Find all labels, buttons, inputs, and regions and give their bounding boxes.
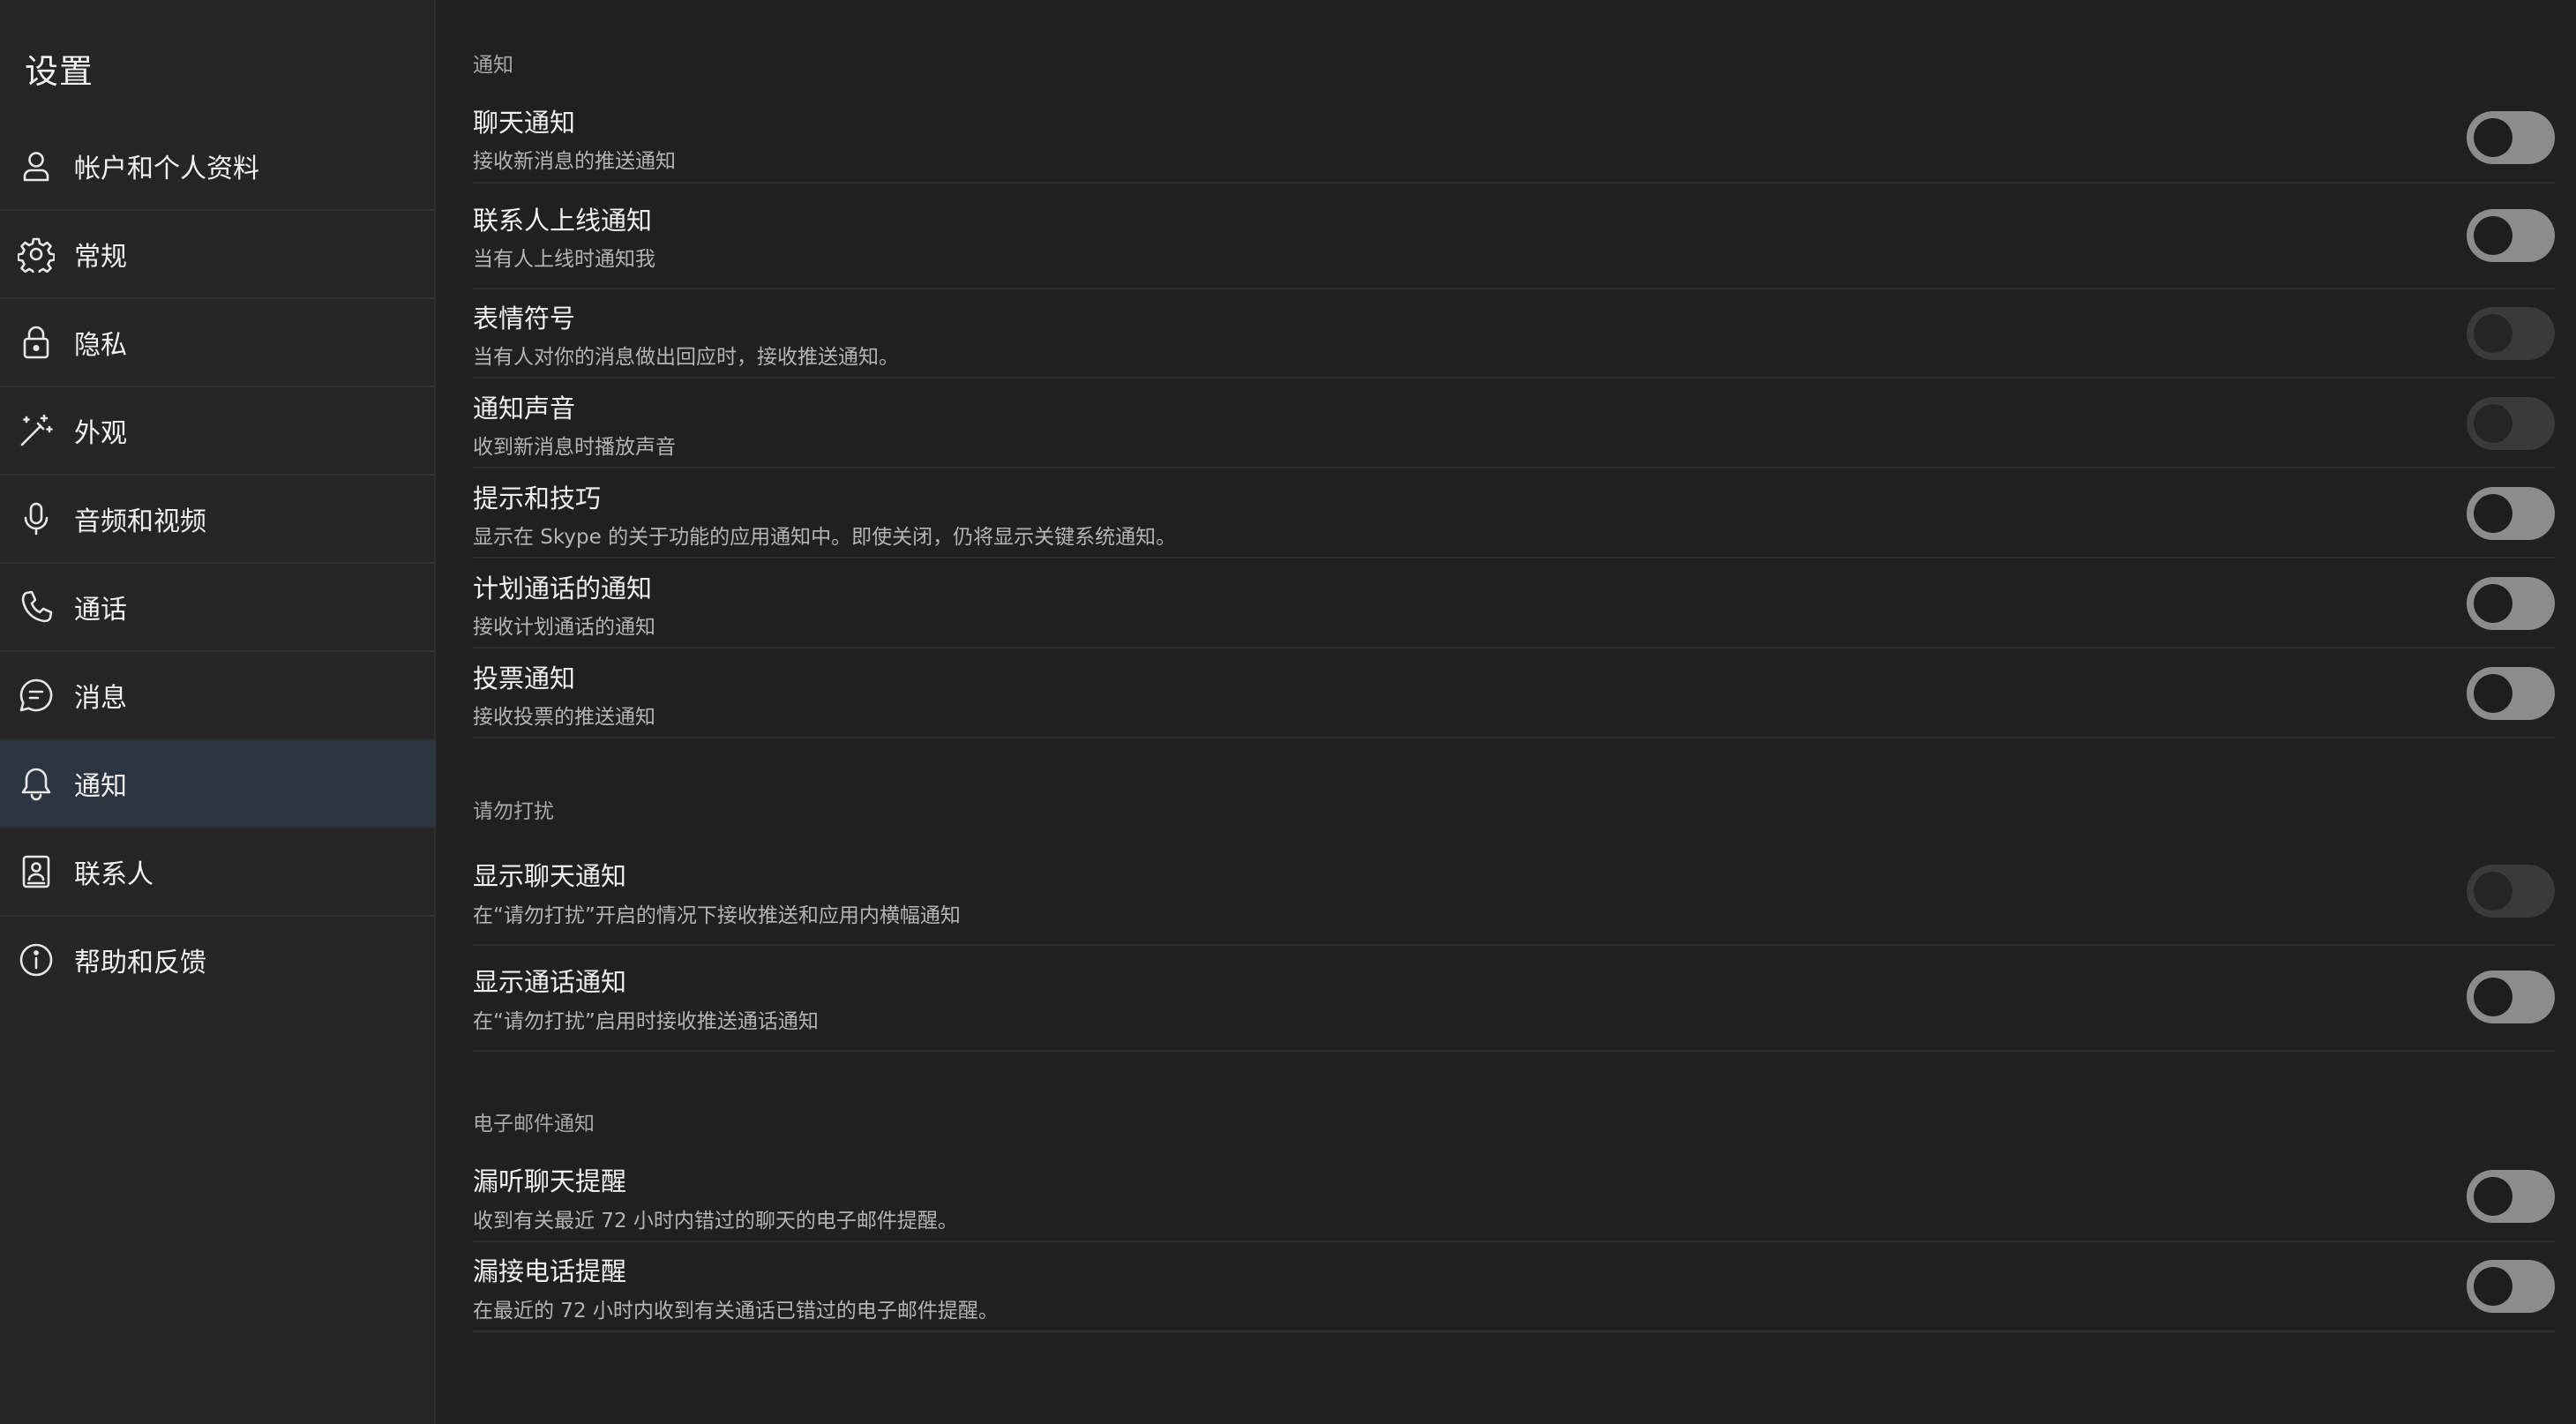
toggle-knob bbox=[2474, 1267, 2512, 1306]
setting-title: 提示和技巧 bbox=[473, 483, 602, 513]
setting-description: 在“请勿打扰”启用时接收推送通话通知 bbox=[473, 1010, 819, 1033]
setting-row-emoji-reactions: 表情符号 当有人对你的消息做出回应时，接收推送通知。 bbox=[473, 293, 2555, 378]
setting-description: 在最近的 72 小时内收到有关通话已错过的电子邮件提醒。 bbox=[473, 1300, 999, 1323]
phone-icon bbox=[18, 588, 55, 626]
sidebar-item-contacts[interactable]: 联系人 bbox=[0, 828, 436, 917]
settings-nav: 帐户和个人资料 常规 隐私 外观 音频和视频 通话 消息 通知 联系人 帮助和反… bbox=[0, 123, 436, 1003]
magic-wand-icon bbox=[18, 412, 55, 449]
setting-description: 接收新消息的推送通知 bbox=[473, 150, 676, 173]
toggle-knob bbox=[2474, 494, 2512, 533]
dnd-calls-toggle[interactable] bbox=[2467, 971, 2555, 1023]
setting-title: 通知声音 bbox=[473, 393, 576, 423]
notification-sound-toggle[interactable] bbox=[2467, 397, 2555, 450]
contact-book-icon bbox=[18, 853, 55, 890]
sidebar-item-label: 帮助和反馈 bbox=[74, 948, 206, 978]
toggle-knob bbox=[2474, 404, 2512, 443]
sidebar-item-label: 隐私 bbox=[74, 330, 127, 361]
toggle-knob bbox=[2474, 978, 2512, 1016]
dnd-chat-toggle[interactable] bbox=[2467, 865, 2555, 918]
tips-tricks-toggle[interactable] bbox=[2467, 487, 2555, 540]
setting-title: 联系人上线通知 bbox=[473, 206, 653, 236]
setting-title: 聊天通知 bbox=[473, 108, 576, 138]
sidebar-title: 设置 bbox=[25, 52, 94, 91]
setting-description: 在“请勿打扰”开启的情况下接收推送和应用内横幅通知 bbox=[473, 904, 961, 927]
sidebar-item-label: 外观 bbox=[74, 418, 127, 449]
toggle-knob bbox=[2474, 216, 2512, 255]
setting-row-dnd-chat: 显示聊天通知 在“请勿打扰”开启的情况下接收推送和应用内横幅通知 bbox=[473, 854, 2555, 946]
setting-description: 当有人对你的消息做出回应时，接收推送通知。 bbox=[473, 346, 899, 369]
section-header-email-notifications: 电子邮件通知 bbox=[473, 1113, 595, 1135]
toggle-knob bbox=[2474, 584, 2512, 623]
setting-row-scheduled-calls: 计划通话的通知 接收计划通话的通知 bbox=[473, 563, 2555, 648]
sidebar-item-help-feedback[interactable]: 帮助和反馈 bbox=[0, 917, 436, 1003]
sidebar-item-privacy[interactable]: 隐私 bbox=[0, 299, 436, 387]
lock-icon bbox=[18, 324, 55, 361]
sidebar-item-label: 通话 bbox=[74, 595, 127, 626]
setting-description: 接收计划通话的通知 bbox=[473, 616, 655, 639]
setting-row-notification-sound: 通知声音 收到新消息时播放声音 bbox=[473, 383, 2555, 468]
setting-title: 显示聊天通知 bbox=[473, 861, 627, 891]
settings-sidebar: 设置 帐户和个人资料 常规 隐私 外观 音频和视频 通话 消息 通知 联系人 帮… bbox=[0, 0, 436, 1424]
sidebar-item-calls[interactable]: 通话 bbox=[0, 564, 436, 652]
setting-row-tips-tricks: 提示和技巧 显示在 Skype 的关于功能的应用通知中。即使关闭，仍将显示关键系… bbox=[473, 473, 2555, 558]
setting-row-dnd-calls: 显示通话通知 在“请勿打扰”启用时接收推送通话通知 bbox=[473, 960, 2555, 1052]
sidebar-item-audio-video[interactable]: 音频和视频 bbox=[0, 476, 436, 564]
setting-description: 收到有关最近 72 小时内错过的聊天的电子邮件提醒。 bbox=[473, 1210, 958, 1233]
setting-row-chat-notifications: 聊天通知 接收新消息的推送通知 bbox=[473, 97, 2555, 184]
sidebar-item-notifications[interactable]: 通知 bbox=[0, 740, 436, 828]
toggle-knob bbox=[2474, 674, 2512, 713]
sidebar-item-appearance[interactable]: 外观 bbox=[0, 387, 436, 476]
poll-notifications-toggle[interactable] bbox=[2467, 667, 2555, 720]
sidebar-item-label: 帐户和个人资料 bbox=[74, 154, 259, 184]
sidebar-item-label: 常规 bbox=[74, 242, 127, 273]
setting-row-contact-online: 联系人上线通知 当有人上线时通知我 bbox=[473, 195, 2555, 289]
setting-description: 显示在 Skype 的关于功能的应用通知中。即使关闭，仍将显示关键系统通知。 bbox=[473, 526, 1177, 549]
chat-notifications-toggle[interactable] bbox=[2467, 111, 2555, 164]
gear-icon bbox=[18, 236, 55, 273]
setting-row-missed-call-email: 漏接电话提醒 在最近的 72 小时内收到有关通话已错过的电子邮件提醒。 bbox=[473, 1249, 2555, 1332]
setting-row-poll-notifications: 投票通知 接收投票的推送通知 bbox=[473, 653, 2555, 738]
setting-title: 计划通话的通知 bbox=[473, 573, 653, 603]
setting-title: 漏听聊天提醒 bbox=[473, 1166, 627, 1196]
scheduled-calls-toggle[interactable] bbox=[2467, 577, 2555, 630]
toggle-knob bbox=[2474, 118, 2512, 157]
person-icon bbox=[18, 147, 55, 184]
bell-icon bbox=[18, 765, 55, 802]
sidebar-item-general[interactable]: 常规 bbox=[0, 211, 436, 299]
sidebar-item-label: 音频和视频 bbox=[74, 506, 206, 537]
toggle-knob bbox=[2474, 314, 2512, 353]
setting-title: 漏接电话提醒 bbox=[473, 1256, 627, 1286]
sidebar-item-label: 联系人 bbox=[74, 859, 154, 890]
settings-window: 设置 帐户和个人资料 常规 隐私 外观 音频和视频 通话 消息 通知 联系人 帮… bbox=[0, 0, 2576, 1424]
sidebar-item-account-profile[interactable]: 帐户和个人资料 bbox=[0, 123, 436, 211]
setting-description: 收到新消息时播放声音 bbox=[473, 436, 676, 459]
setting-title: 表情符号 bbox=[473, 304, 576, 334]
section-header-do-not-disturb: 请勿打扰 bbox=[473, 800, 554, 823]
missed-call-email-toggle[interactable] bbox=[2467, 1260, 2555, 1313]
sidebar-item-label: 消息 bbox=[74, 683, 127, 714]
setting-title: 显示通话通知 bbox=[473, 967, 627, 997]
contact-online-toggle[interactable] bbox=[2467, 209, 2555, 262]
chat-bubble-icon bbox=[18, 677, 55, 714]
setting-row-missed-chat-email: 漏听聊天提醒 收到有关最近 72 小时内错过的聊天的电子邮件提醒。 bbox=[473, 1159, 2555, 1242]
toggle-knob bbox=[2474, 1177, 2512, 1216]
toggle-knob bbox=[2474, 872, 2512, 911]
missed-chat-email-toggle[interactable] bbox=[2467, 1170, 2555, 1223]
info-icon bbox=[18, 941, 55, 978]
setting-description: 当有人上线时通知我 bbox=[473, 248, 655, 271]
setting-title: 投票通知 bbox=[473, 663, 576, 693]
setting-description: 接收投票的推送通知 bbox=[473, 706, 655, 729]
sidebar-item-label: 通知 bbox=[74, 771, 127, 802]
section-header-notifications: 通知 bbox=[473, 54, 513, 77]
microphone-icon bbox=[18, 500, 55, 537]
sidebar-item-messaging[interactable]: 消息 bbox=[0, 652, 436, 740]
emoji-reactions-toggle[interactable] bbox=[2467, 307, 2555, 360]
